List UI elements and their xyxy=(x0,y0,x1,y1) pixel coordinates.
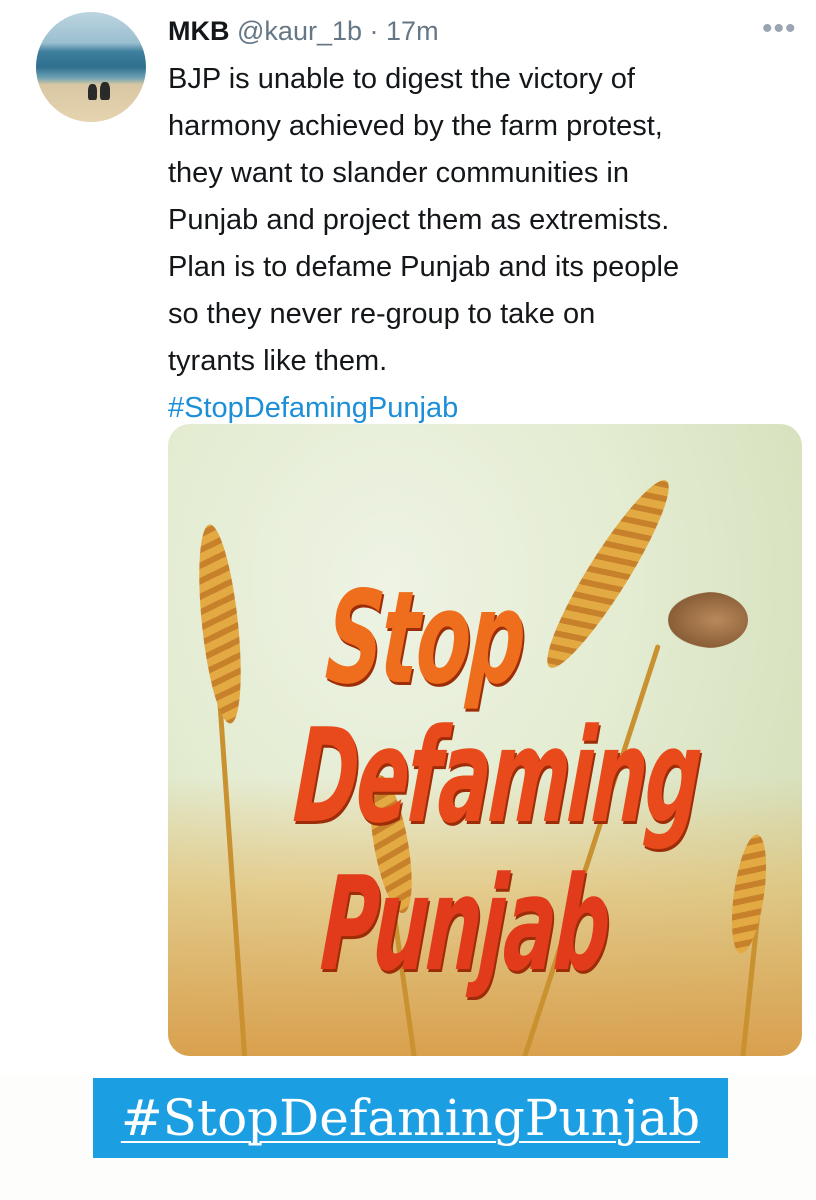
tweet-text-line: Plan is to defame Punjab and its people xyxy=(168,251,680,283)
tweet-header: MKB @kaur_1b · 17m xyxy=(168,14,439,48)
tweet-text-line: tyrants like them. xyxy=(168,345,388,377)
poster-title-line: Defaming xyxy=(290,700,704,852)
tweet-text-line: Punjab and project them as extremists. xyxy=(168,204,670,236)
more-options-icon[interactable]: ••• xyxy=(762,14,797,44)
bird-icon xyxy=(668,592,748,648)
poster-title-line: Punjab xyxy=(317,848,613,1000)
author-handle[interactable]: @kaur_1b xyxy=(237,16,362,46)
tweet-text-line: BJP is unable to digest the victory of xyxy=(168,63,635,95)
tweet-text-line: so they never re-group to take on xyxy=(168,298,596,330)
tweet-media-image[interactable]: Stop Defaming Punjab xyxy=(168,424,802,1056)
avatar-figure-icon xyxy=(88,84,97,100)
poster-title-line: Stop xyxy=(321,564,529,713)
avatar-figure-icon xyxy=(100,82,110,100)
banner-hashtag-text[interactable]: #StopDefamingPunjab xyxy=(121,1089,700,1147)
tweet-text: BJP is unable to digest the victory of h… xyxy=(168,56,798,432)
tweet-timestamp[interactable]: 17m xyxy=(386,16,439,46)
hashtag-banner[interactable]: #StopDefamingPunjab xyxy=(93,1078,728,1158)
avatar[interactable] xyxy=(36,12,146,122)
tweet-text-line: they want to slander communities in xyxy=(168,157,629,189)
author-name[interactable]: MKB xyxy=(168,16,230,46)
tweet-text-line: harmony achieved by the farm protest, xyxy=(168,110,663,142)
tweet-card[interactable]: MKB @kaur_1b · 17m ••• BJP is unable to … xyxy=(0,0,816,1075)
separator-dot: · xyxy=(369,16,379,46)
